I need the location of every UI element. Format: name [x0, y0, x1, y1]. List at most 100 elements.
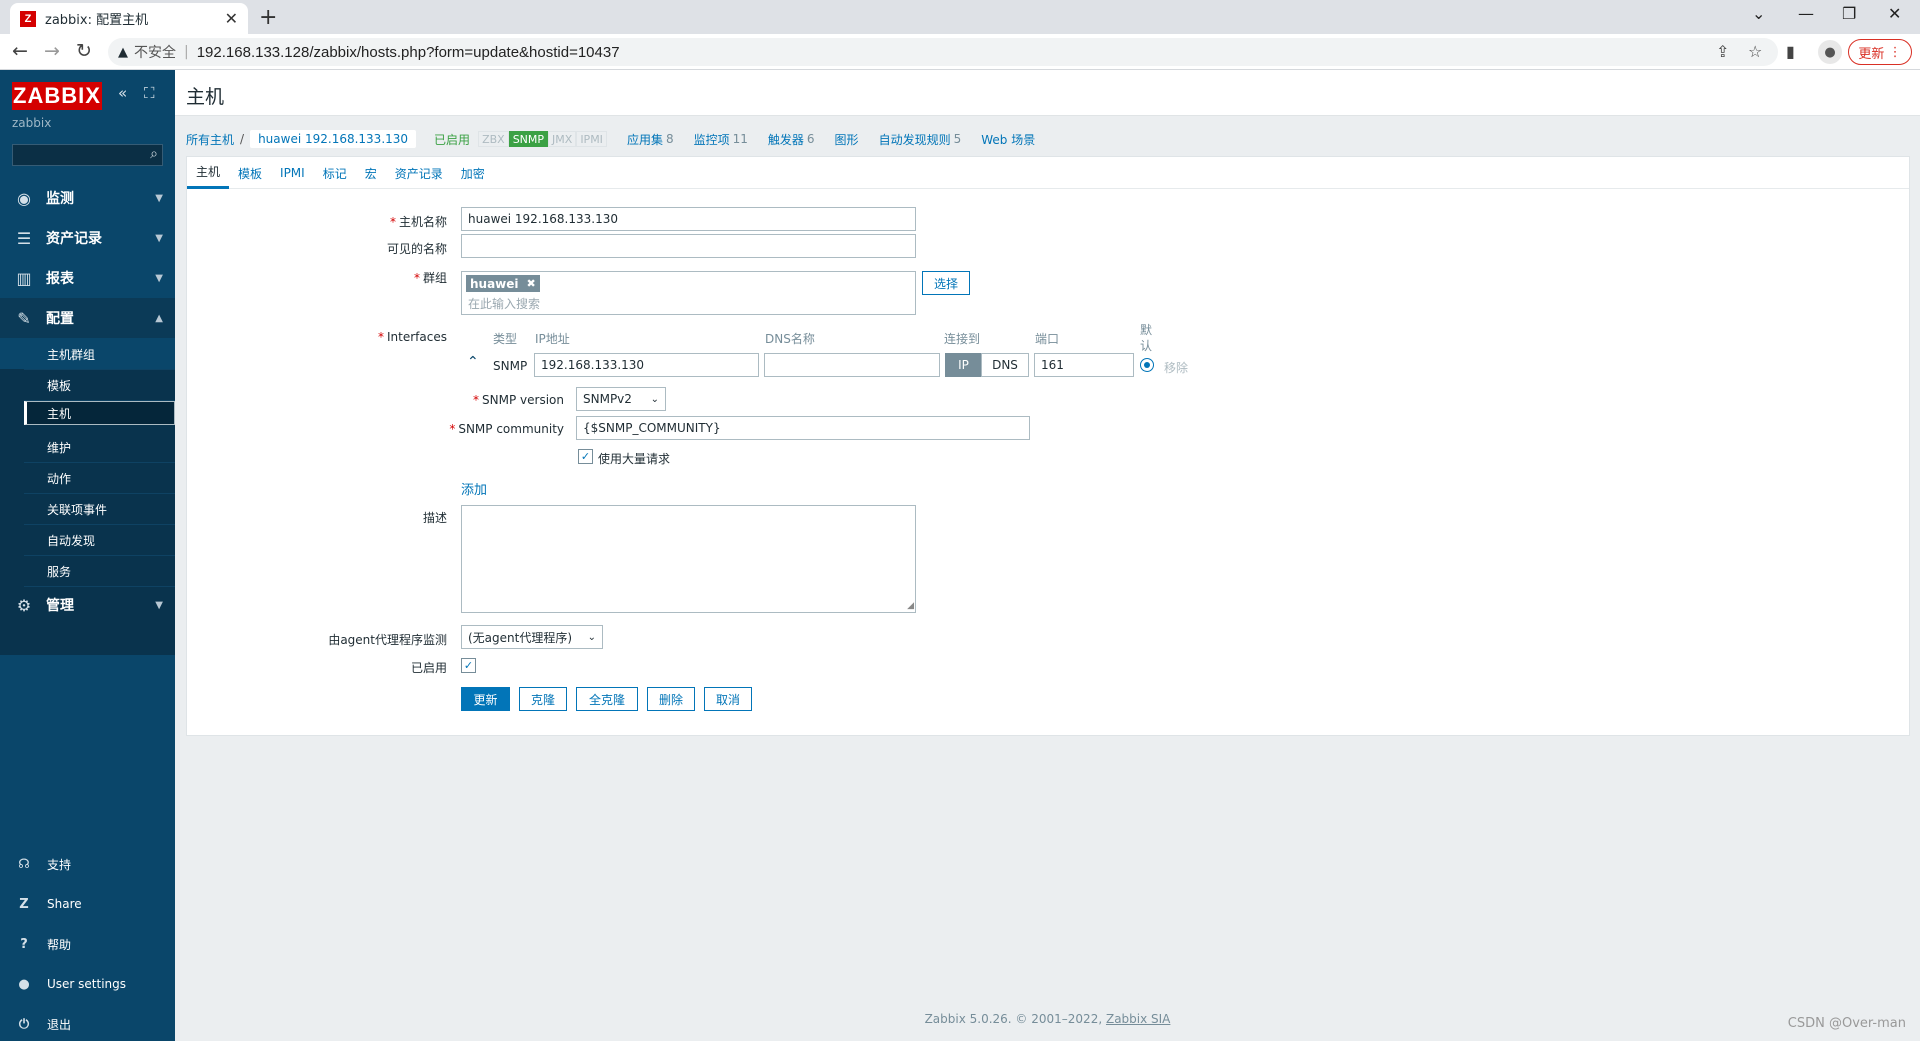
interface-ip-input[interactable]: 192.168.133.130 — [534, 353, 759, 377]
collapse-sidebar-icon[interactable]: « — [118, 84, 127, 102]
submenu-templates[interactable]: 模板 — [24, 370, 175, 401]
host-name-input[interactable]: huawei 192.168.133.130 — [461, 207, 916, 231]
gear-icon: ⚙ — [16, 595, 32, 615]
link-items[interactable]: 监控项 — [694, 131, 730, 148]
chevron-down-icon: ⌄ — [587, 631, 596, 643]
connect-ip-toggle[interactable]: IP — [945, 353, 982, 377]
new-tab-button[interactable]: + — [259, 5, 277, 30]
window-close-icon[interactable]: ✕ — [1888, 4, 1901, 23]
submenu-event-correlation[interactable]: 关联项事件 — [24, 494, 175, 525]
page-title: 主机 — [186, 86, 225, 108]
power-icon: ⏻ — [18, 1016, 30, 1032]
clone-button[interactable]: 克隆 — [519, 687, 567, 711]
link-triggers[interactable]: 触发器 — [768, 131, 804, 148]
bookmark-star-icon[interactable]: ☆ — [1748, 42, 1762, 61]
groups-label: * 群组 — [413, 271, 447, 285]
link-graphs[interactable]: 图形 — [835, 131, 859, 148]
tab-ipmi[interactable]: IPMI — [271, 157, 314, 189]
col-dns: DNS名称 — [765, 332, 815, 346]
headset-icon: ☊ — [18, 856, 30, 872]
add-interface-link[interactable]: 添加 — [461, 479, 487, 498]
back-icon[interactable]: ← — [12, 40, 28, 62]
snmp-version-select[interactable]: SNMPv2 ⌄ — [576, 387, 666, 411]
menu-reports[interactable]: ▥ 报表 ▼ — [0, 258, 175, 298]
chevron-up-icon: ▲ — [155, 312, 163, 324]
address-bar[interactable]: ▲ 不安全 | 192.168.133.128/zabbix/hosts.php… — [108, 38, 1778, 66]
zabbix-sia-link[interactable]: Zabbix SIA — [1106, 1012, 1170, 1026]
proxy-select[interactable]: (无agent代理程序) ⌄ — [461, 625, 603, 649]
badge-snmp: SNMP — [508, 131, 549, 147]
visible-name-input[interactable] — [461, 234, 916, 258]
select-groups-button[interactable]: 选择 — [922, 271, 970, 295]
submenu-maintenance[interactable]: 维护 — [24, 432, 175, 463]
sidebar-help[interactable]: ? 帮助 — [0, 926, 175, 962]
menu-administration[interactable]: ⚙ 管理 ▼ — [0, 585, 175, 625]
sidepanel-icon[interactable]: ▮ — [1786, 42, 1795, 61]
warning-icon: ▲ — [118, 44, 128, 60]
reload-icon[interactable]: ↻ — [76, 40, 92, 62]
profile-avatar-icon[interactable]: ● — [1818, 40, 1842, 64]
collapse-interface-icon[interactable]: ⌃ — [467, 354, 479, 370]
bulk-requests-checkbox[interactable]: ✓ — [578, 449, 593, 464]
link-discovery-rules[interactable]: 自动发现规则 — [879, 131, 951, 148]
chart-icon: ▥ — [16, 268, 32, 288]
tab-templates[interactable]: 模板 — [229, 157, 271, 189]
forward-icon[interactable]: → — [44, 40, 60, 62]
url-text[interactable]: 192.168.133.128/zabbix/hosts.php?form=up… — [197, 44, 620, 61]
update-button[interactable]: 更新 — [461, 687, 510, 711]
breadcrumb-all-hosts[interactable]: 所有主机 — [186, 131, 234, 148]
tab-tags[interactable]: 标记 — [314, 157, 356, 189]
browser-tab-bar: Z zabbix: 配置主机 ✕ + ⌄ — ❐ ✕ — [0, 0, 1920, 34]
submenu-host-groups[interactable]: 主机群组 — [24, 339, 175, 370]
host-form-card: 主机 模板 IPMI 标记 宏 资产记录 加密 * 主机名称 huawei 192… — [186, 156, 1910, 736]
enabled-checkbox[interactable]: ✓ — [461, 658, 476, 673]
restore-icon[interactable]: ❐ — [1842, 4, 1856, 23]
sidebar-logout[interactable]: ⏻ 退出 — [0, 1006, 175, 1041]
tab-macros[interactable]: 宏 — [356, 157, 386, 189]
zabbix-logo[interactable]: ZABBIX — [12, 82, 102, 110]
menu-monitoring[interactable]: ◉ 监测 ▼ — [0, 178, 175, 218]
description-textarea[interactable]: ◢ — [461, 505, 916, 613]
close-tab-icon[interactable]: ✕ — [225, 9, 238, 28]
sidebar-search-input[interactable]: ⌕ — [12, 144, 163, 166]
interface-port-input[interactable]: 161 — [1034, 353, 1134, 377]
browser-update-button[interactable]: 更新 ⋮ — [1848, 39, 1912, 65]
kiosk-mode-icon[interactable]: ⛶ — [144, 84, 155, 102]
interface-dns-input[interactable] — [764, 353, 940, 377]
zabbix-favicon-icon: Z — [20, 10, 36, 27]
remove-interface-link[interactable]: 移除 — [1164, 359, 1188, 376]
link-web-scenarios[interactable]: Web 场景 — [981, 131, 1035, 148]
browser-tab[interactable]: Z zabbix: 配置主机 ✕ — [10, 3, 248, 34]
tab-inventory[interactable]: 资产记录 — [386, 157, 452, 189]
connect-dns-toggle[interactable]: DNS — [981, 353, 1029, 377]
groups-multiselect[interactable]: huawei ✖ 在此输入搜索 — [461, 271, 916, 315]
sidebar-user-settings[interactable]: ● User settings — [0, 966, 175, 1002]
default-interface-radio[interactable] — [1140, 358, 1154, 372]
breadcrumb: 所有主机 / huawei 192.168.133.130 已启用 ZBX SN… — [186, 130, 1036, 148]
submenu-services[interactable]: 服务 — [24, 556, 175, 587]
submenu-discovery[interactable]: 自动发现 — [24, 525, 175, 556]
cancel-button[interactable]: 取消 — [704, 687, 752, 711]
status-enabled: 已启用 — [434, 132, 471, 147]
menu-configuration[interactable]: ✎ 配置 ▲ — [0, 298, 175, 338]
tab-search-chevron-icon[interactable]: ⌄ — [1752, 4, 1765, 23]
full-clone-button[interactable]: 全克隆 — [576, 687, 638, 711]
minimize-icon[interactable]: — — [1798, 4, 1814, 23]
submenu-hosts[interactable]: 主机 — [24, 401, 175, 425]
sidebar-support[interactable]: ☊ 支持 — [0, 846, 175, 882]
resize-grip-icon[interactable]: ◢ — [907, 601, 914, 611]
search-icon[interactable]: ⌕ — [150, 146, 158, 162]
share-icon[interactable]: ⇪ — [1716, 42, 1729, 61]
menu-inventory[interactable]: ☰ 资产记录 ▼ — [0, 218, 175, 258]
breadcrumb-current-host[interactable]: huawei 192.168.133.130 — [250, 130, 417, 148]
delete-button[interactable]: 删除 — [647, 687, 695, 711]
tab-host[interactable]: 主机 — [187, 157, 230, 189]
submenu-actions[interactable]: 动作 — [24, 463, 175, 494]
remove-chip-icon[interactable]: ✖ — [527, 277, 536, 290]
sidebar-share[interactable]: Z Share — [0, 886, 175, 922]
groups-search-placeholder[interactable]: 在此输入搜索 — [468, 295, 540, 312]
snmp-community-input[interactable]: {$SNMP_COMMUNITY} — [576, 416, 1030, 440]
bulk-requests-label: 使用大量请求 — [598, 452, 671, 466]
link-applications[interactable]: 应用集 — [627, 131, 663, 148]
tab-encryption[interactable]: 加密 — [452, 157, 494, 189]
